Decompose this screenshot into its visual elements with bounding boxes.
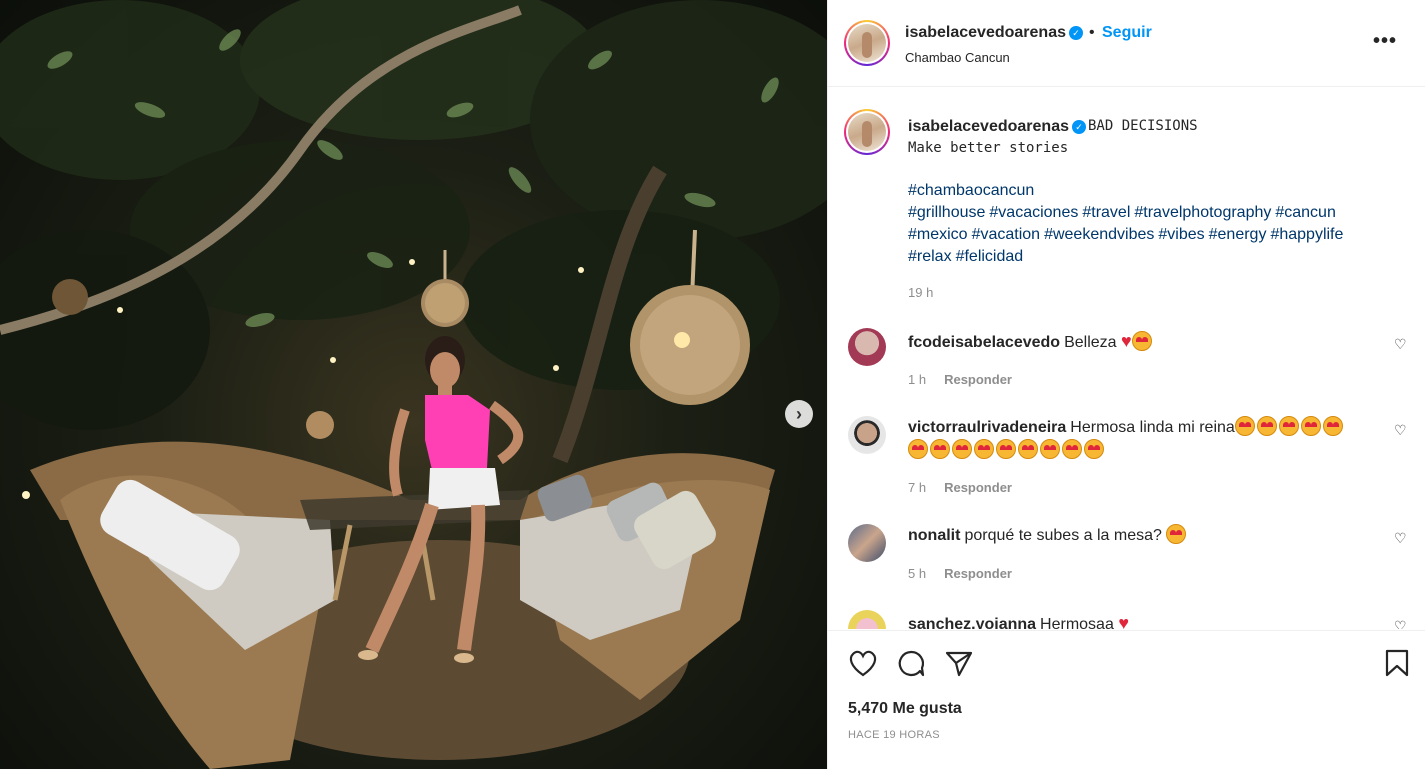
- comment-username[interactable]: sanchez.yojanna: [908, 616, 1036, 629]
- heart-eyes-emoji: [952, 439, 972, 459]
- comments-section[interactable]: isabelacevedoarenas ✓ BAD DECISIONS Make …: [828, 88, 1425, 629]
- comment-meta: 5 h Responder: [908, 566, 1012, 581]
- comment-body: porqué te subes a la mesa?: [964, 527, 1162, 544]
- comment-body: Belleza: [1064, 334, 1117, 351]
- red-heart-emoji: ♥: [1121, 331, 1132, 351]
- comment-icon[interactable]: [896, 649, 926, 677]
- caption-time[interactable]: 19 h: [908, 285, 933, 300]
- hashtag-link[interactable]: #grillhouse: [908, 204, 985, 221]
- commenter-avatar[interactable]: [848, 416, 886, 454]
- hashtag-row: #mexico #vacation #weekendvibes #vibes #ener…: [908, 224, 1388, 246]
- verified-icon: ✓: [1069, 26, 1083, 40]
- like-comment-icon[interactable]: ♡: [1394, 422, 1407, 439]
- likes-count[interactable]: 5,470 Me gusta: [848, 700, 962, 718]
- bookmark-icon[interactable]: [1384, 649, 1410, 677]
- reply-button[interactable]: Responder: [944, 372, 1012, 387]
- heart-eyes-emoji: [1278, 416, 1299, 436]
- comment-time[interactable]: 7 h: [908, 480, 926, 495]
- comment-meta: 1 h Responder: [908, 372, 1012, 387]
- heart-eyes-emoji: [930, 439, 950, 459]
- hashtag-row: #grillhouse #vacaciones #travel #travelphot…: [908, 202, 1388, 224]
- author-avatar[interactable]: [844, 20, 890, 66]
- post-photo: ›: [0, 0, 827, 769]
- comment-text: nonalit porqué te subes a la mesa?: [908, 524, 1378, 547]
- comment-username[interactable]: victorraulrivadeneira: [908, 419, 1066, 436]
- heart-icon[interactable]: [848, 649, 878, 677]
- follow-button[interactable]: Seguir: [1102, 24, 1152, 42]
- heart-eyes-emoji: [1018, 439, 1038, 459]
- post-actions: 5,470 Me gusta HACE 19 HORAS: [828, 630, 1425, 769]
- like-comment-icon[interactable]: ♡: [1394, 530, 1407, 547]
- heart-eyes-emoji: [1300, 416, 1321, 436]
- caption-line2: Make better stories: [908, 140, 1069, 156]
- header-separator: •: [1089, 24, 1095, 41]
- comment-text: victorraulrivadeneira Hermosa linda mi re…: [908, 416, 1378, 462]
- heart-eyes-emoji: [1256, 416, 1277, 436]
- hashtag-link[interactable]: #vacaciones: [989, 204, 1078, 221]
- comment-body: Hermosa linda mi reina: [1070, 419, 1235, 436]
- heart-eyes-emoji: [1062, 439, 1082, 459]
- next-arrow-icon[interactable]: ›: [785, 400, 813, 428]
- heart-eyes-emoji: [974, 439, 994, 459]
- commenter-avatar[interactable]: [848, 610, 886, 629]
- hashtag-link[interactable]: #happylife: [1270, 226, 1343, 243]
- caption-username[interactable]: isabelacevedoarenas ✓: [908, 118, 1086, 136]
- more-options-icon[interactable]: •••: [1373, 30, 1397, 53]
- comment-username[interactable]: nonalit: [908, 527, 960, 544]
- red-heart-emoji: ♥: [1118, 613, 1129, 629]
- heart-eyes-emoji: [1084, 439, 1104, 459]
- tongue-emoji: [1166, 524, 1187, 544]
- hashtag-row: #chambaocancun: [908, 180, 1388, 202]
- author-username-text[interactable]: isabelacevedoarenas: [905, 24, 1066, 41]
- heart-eyes-emoji: [908, 439, 928, 459]
- hashtag-link[interactable]: #felicidad: [956, 248, 1024, 265]
- post-location[interactable]: Chambao Cancun: [905, 50, 1010, 65]
- commenter-avatar[interactable]: [848, 524, 886, 562]
- comment-time[interactable]: 5 h: [908, 566, 926, 581]
- comment-body: Hermosaa: [1040, 616, 1114, 629]
- heart-eyes-emoji: [1234, 416, 1255, 436]
- share-icon[interactable]: [944, 649, 974, 677]
- hashtag-link[interactable]: #energy: [1209, 226, 1267, 243]
- verified-icon: ✓: [1072, 120, 1086, 134]
- hashtag-link[interactable]: #cancun: [1275, 204, 1336, 221]
- photo-scene: [0, 0, 827, 769]
- author-username[interactable]: isabelacevedoarenas ✓: [905, 24, 1083, 42]
- caption-title: BAD DECISIONS: [1088, 118, 1198, 134]
- hashtag-link[interactable]: #travelphotography: [1134, 204, 1271, 221]
- hashtag-link[interactable]: #vibes: [1158, 226, 1204, 243]
- hashtag-link[interactable]: #mexico: [908, 226, 968, 243]
- comment-text: fcodeisabelacevedo Belleza ♥: [908, 330, 1378, 354]
- hashtag-link[interactable]: #chambaocancun: [908, 182, 1034, 199]
- caption-hashtags: #chambaocancun #grillhouse #vacaciones #tr…: [908, 180, 1388, 268]
- hashtag-link[interactable]: #relax: [908, 248, 952, 265]
- comment-time[interactable]: 1 h: [908, 372, 926, 387]
- comment-text: sanchez.yojanna Hermosaa ♥: [908, 612, 1378, 629]
- heart-eyes-emoji: [996, 439, 1016, 459]
- post-sidebar: isabelacevedoarenas ✓ • Seguir Chambao Ca…: [827, 0, 1425, 769]
- comment-meta: 7 h Responder: [908, 480, 1012, 495]
- like-comment-icon[interactable]: ♡: [1394, 618, 1407, 629]
- post-timestamp[interactable]: HACE 19 HORAS: [848, 729, 940, 741]
- hashtag-row: #relax #felicidad: [908, 246, 1388, 268]
- comment-username[interactable]: fcodeisabelacevedo: [908, 334, 1060, 351]
- heart-eyes-emoji: [1040, 439, 1060, 459]
- caption-username-text[interactable]: isabelacevedoarenas: [908, 118, 1069, 135]
- caption-avatar[interactable]: [844, 109, 890, 155]
- hashtag-link[interactable]: #travel: [1082, 204, 1130, 221]
- heart-eyes-emoji: [1322, 416, 1343, 436]
- hashtag-link[interactable]: #weekendvibes: [1044, 226, 1154, 243]
- reply-button[interactable]: Responder: [944, 480, 1012, 495]
- like-comment-icon[interactable]: ♡: [1394, 336, 1407, 353]
- heart-eyes-emoji: [1131, 331, 1152, 351]
- post-header: isabelacevedoarenas ✓ • Seguir Chambao Ca…: [828, 0, 1425, 87]
- reply-button[interactable]: Responder: [944, 566, 1012, 581]
- hashtag-link[interactable]: #vacation: [972, 226, 1041, 243]
- commenter-avatar[interactable]: [848, 328, 886, 366]
